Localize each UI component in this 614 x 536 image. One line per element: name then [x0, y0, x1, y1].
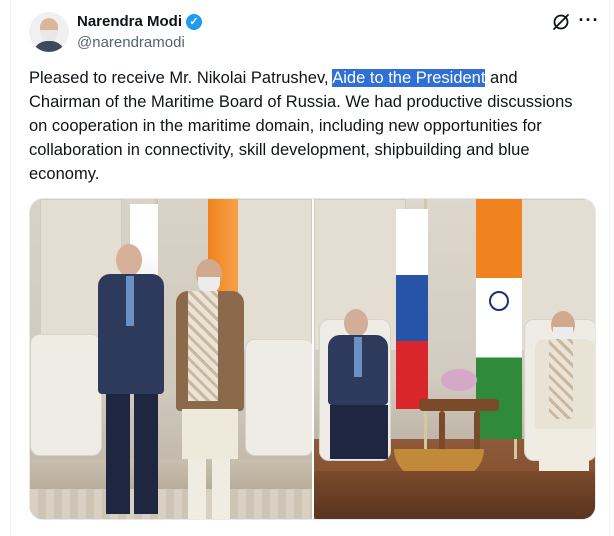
- person-seated-right: [529, 311, 595, 491]
- avatar-shoulders: [33, 41, 65, 52]
- author-name-text[interactable]: Narendra Modi: [77, 13, 182, 30]
- grok-icon[interactable]: [551, 12, 571, 32]
- author-handle[interactable]: @narendramodi: [77, 34, 185, 51]
- person-right: [170, 259, 250, 519]
- verified-badge-icon[interactable]: ✓: [186, 13, 203, 30]
- person-seated-left: [324, 309, 394, 469]
- armchair: [245, 339, 312, 456]
- post-text-part-1: Pleased to receive Mr. Nikolai Patrushev…: [29, 69, 333, 87]
- avatar[interactable]: [29, 12, 69, 52]
- photo-meeting[interactable]: [314, 199, 595, 519]
- russian-flag: [396, 209, 428, 409]
- author-name[interactable]: Narendra Modi ✓: [77, 13, 203, 30]
- post-text: Pleased to receive Mr. Nikolai Patrushev…: [29, 66, 589, 186]
- foreground-table: [314, 471, 595, 519]
- photo-handshake[interactable]: [30, 199, 312, 519]
- post-card[interactable]: Narendra Modi ✓ @narendramodi ··· Please…: [10, 0, 610, 536]
- side-table: [419, 399, 499, 411]
- media-grid: [29, 198, 596, 520]
- person-left: [92, 244, 170, 519]
- post-text-highlight: Aide to the President: [332, 69, 486, 87]
- more-options-icon[interactable]: ···: [577, 10, 601, 34]
- flower-arrangement: [441, 369, 477, 391]
